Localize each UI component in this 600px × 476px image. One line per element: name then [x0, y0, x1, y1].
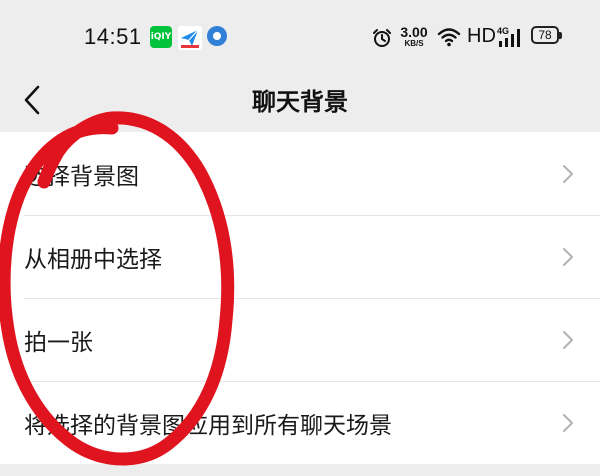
hd-label: HD [467, 25, 496, 47]
wifi-icon [437, 28, 461, 47]
list-item-label: 将选择的背景图应用到所有聊天场景 [24, 412, 392, 439]
blue-dot-icon [207, 26, 227, 46]
settings-list: 选择背景图 从相册中选择 拍一张 将选择的背景图应用到所有聊天场景 [0, 132, 600, 464]
list-item-label: 选择背景图 [24, 163, 139, 190]
iqiyi-icon: iQIY [150, 26, 172, 48]
signal-label: 4G [497, 26, 509, 36]
paper-plane-icon [178, 26, 202, 50]
list-item-apply-to-all-chats[interactable]: 将选择的背景图应用到所有聊天场景 [0, 381, 600, 464]
list-item-label: 从相册中选择 [24, 246, 162, 273]
chat-background-screen: 14:51 iQIY 3.00 KB/S HD 4G 78 聊天背景 选择背景图… [0, 0, 600, 476]
battery-level: 78 [538, 28, 552, 42]
battery-icon: 78 [531, 26, 562, 44]
bottom-strip [0, 464, 600, 476]
cellular-signal-icon: 4G [497, 26, 520, 47]
list-item-take-photo[interactable]: 拍一张 [0, 298, 600, 381]
network-speed: 3.00 KB/S [398, 25, 430, 48]
network-speed-unit: KB/S [404, 39, 424, 48]
page-title: 聊天背景 [252, 88, 348, 116]
status-bar: 14:51 iQIY 3.00 KB/S HD 4G 78 [0, 0, 600, 76]
list-item-label: 拍一张 [24, 329, 93, 356]
navigation-bar: 聊天背景 [0, 76, 600, 132]
chevron-right-icon [563, 164, 573, 183]
network-speed-value: 3.00 [400, 24, 428, 40]
chevron-right-icon [563, 247, 573, 266]
chevron-right-icon [563, 330, 573, 349]
chevron-right-icon [563, 413, 573, 432]
list-item-choose-from-album[interactable]: 从相册中选择 [0, 215, 600, 298]
list-item-choose-background[interactable]: 选择背景图 [0, 132, 600, 215]
status-time: 14:51 [84, 24, 142, 49]
alarm-clock-icon [373, 29, 391, 47]
